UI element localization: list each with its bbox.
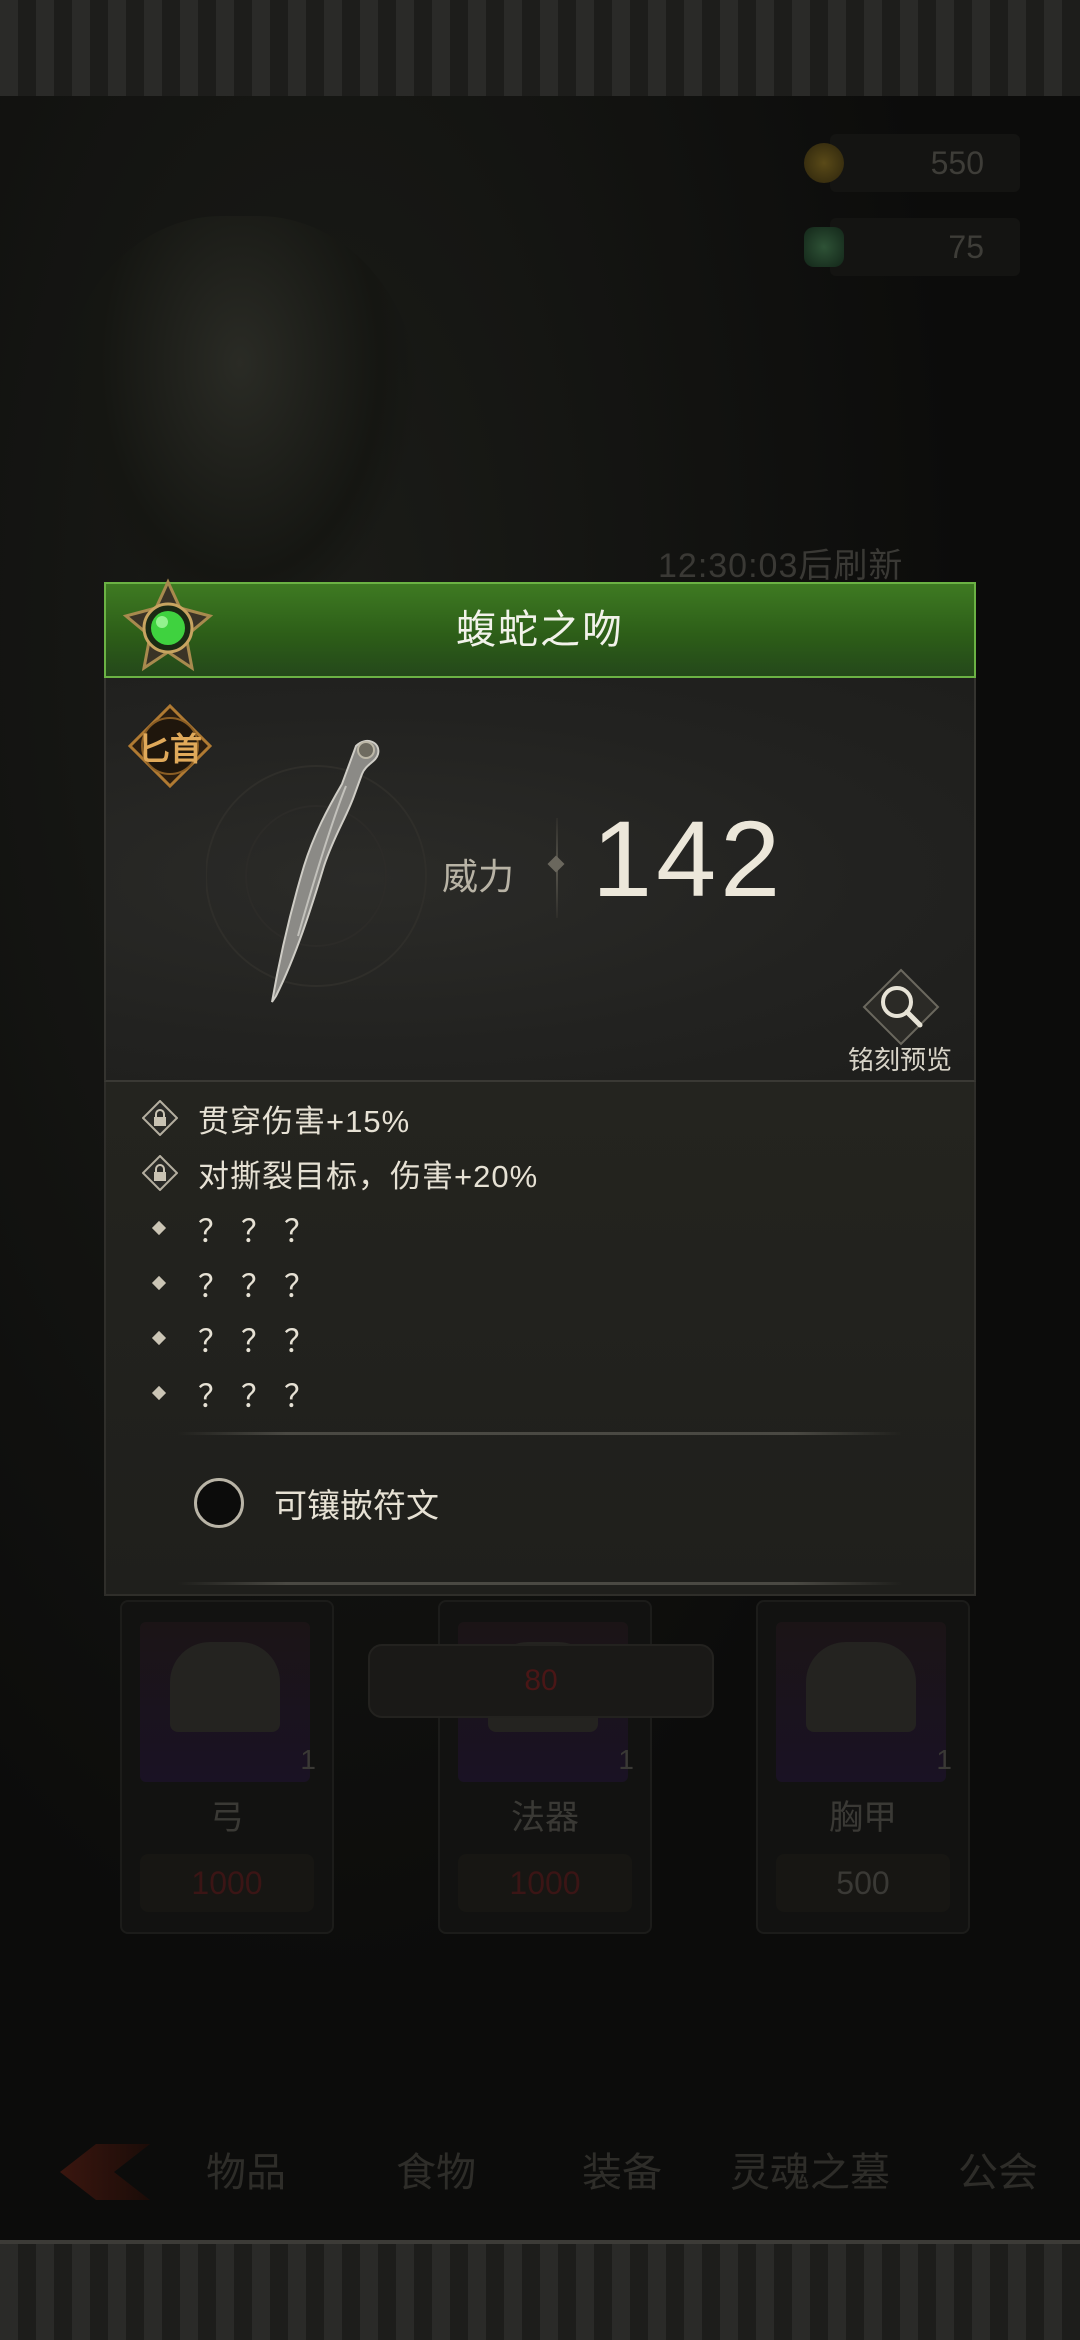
lock-icon (142, 1100, 178, 1136)
refresh-timer: 12:30:03后刷新 (658, 547, 904, 585)
tab-guild[interactable]: 公会 (958, 2140, 1038, 2198)
item-stats-panel: 贯穿伤害+15% 对撕裂目标，伤害+20% ？？？ ？？？ ？？？ ？？？ 可镶… (104, 1082, 976, 1596)
weapon-type-badge: 匕首 (126, 702, 214, 790)
gold-coin-icon (804, 143, 844, 183)
bullet-diamond-icon (151, 1220, 167, 1236)
merchant-portrait (60, 216, 420, 636)
affix-text: ？？？ (198, 1213, 327, 1249)
slot-name: 胸甲 (829, 1799, 897, 1837)
affix-text: ？？？ (198, 1378, 327, 1414)
affix-row: ？？？ (142, 1316, 327, 1360)
affix-text: ？？？ (198, 1323, 327, 1359)
power-value: 142 (592, 798, 785, 919)
chest-icon (140, 1622, 310, 1782)
slot-quantity: 1 (618, 1744, 634, 1775)
affix-row: 对撕裂目标，伤害+20% (142, 1151, 538, 1195)
slot-name: 法器 (511, 1799, 579, 1837)
shop-slot-bow[interactable]: 1 弓 1000 (120, 1600, 334, 1934)
affix-row: ？？？ (142, 1206, 327, 1250)
magnifier-icon (862, 968, 940, 1046)
top-frame (0, 0, 1080, 100)
weapon-type-label: 匕首 (137, 731, 202, 767)
lock-icon (142, 1155, 178, 1191)
bottom-tab-bar: 物品 食物 装备 灵魂之墓 公会 (0, 2140, 1080, 2210)
slot-name: 弓 (210, 1799, 244, 1837)
refresh-cost-button[interactable]: 80 (368, 1644, 714, 1718)
affix-text: 贯穿伤害+15% (198, 1103, 411, 1139)
preview-label: 铭刻预览 (847, 1045, 952, 1075)
chest-icon (776, 1622, 946, 1782)
slot-quantity: 1 (936, 1744, 952, 1775)
gem-amount: 75 (948, 228, 984, 265)
bullet-diamond-icon (151, 1385, 167, 1401)
tab-items[interactable]: 物品 (206, 2140, 286, 2198)
bottom-frame (0, 2240, 1080, 2340)
slot-price[interactable]: 500 (776, 1854, 950, 1912)
slot-price[interactable]: 1000 (140, 1854, 314, 1912)
gold-amount: 550 (930, 144, 984, 181)
tab-food[interactable]: 食物 (396, 2140, 476, 2198)
shop-slot-chest-armor[interactable]: 1 胸甲 500 (756, 1600, 970, 1934)
divider-diamond-icon (547, 855, 565, 873)
rune-socket-label: 可镶嵌符文 (274, 1487, 439, 1524)
affix-row: ？？？ (142, 1371, 327, 1415)
soul-gem-icon (804, 227, 844, 267)
item-header: 蝮蛇之吻 (104, 578, 976, 678)
rune-socket-row: 可镶嵌符文 (194, 1478, 439, 1528)
tab-soul-tomb[interactable]: 灵魂之墓 (730, 2140, 890, 2198)
tab-equipment[interactable]: 装备 (582, 2140, 662, 2198)
affix-row: ？？？ (142, 1261, 327, 1305)
power-label: 威力 (442, 856, 515, 897)
item-name: 蝮蛇之吻 (456, 608, 624, 652)
dagger-icon (206, 739, 427, 1003)
item-card: 匕首 威力 142 铭刻预览 (104, 678, 976, 1082)
bullet-diamond-icon (151, 1275, 167, 1291)
affix-text: ？？？ (198, 1268, 327, 1304)
divider (178, 1582, 902, 1585)
item-detail-modal: 蝮蛇之吻 匕首 威力 142 铭刻预览 贯穿伤害+15% 对撕裂目标，伤害+20… (104, 578, 976, 1596)
affix-text: 对撕裂目标，伤害+20% (198, 1158, 539, 1194)
slot-quantity: 1 (300, 1744, 316, 1775)
slot-price[interactable]: 1000 (458, 1854, 632, 1912)
bullet-diamond-icon (151, 1330, 167, 1346)
rune-socket-icon[interactable] (194, 1478, 244, 1528)
gold-currency: 550 (804, 134, 1020, 192)
inscription-preview-button[interactable]: 铭刻预览 (840, 968, 960, 1078)
divider (178, 1432, 902, 1435)
affix-row: 贯穿伤害+15% (142, 1096, 410, 1140)
gem-currency: 75 (804, 218, 1020, 276)
